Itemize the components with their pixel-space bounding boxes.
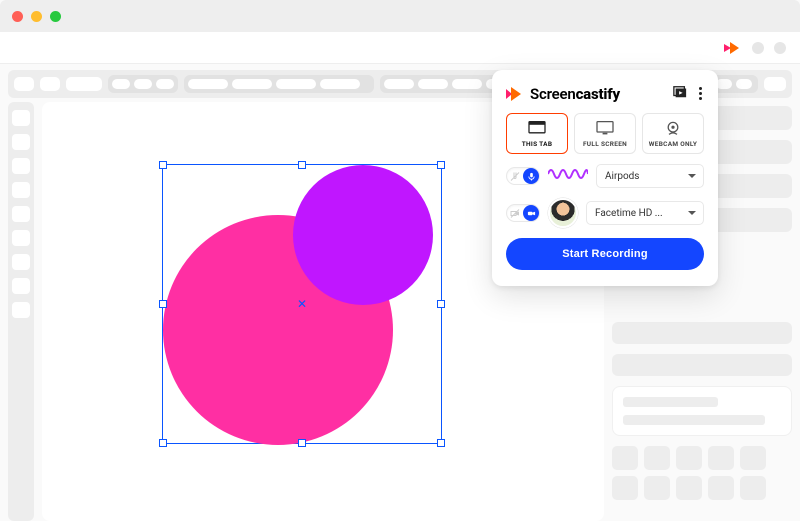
microphone-icon <box>523 168 539 184</box>
extension-placeholder-icon[interactable] <box>752 42 764 54</box>
recording-mode-selector: THIS TAB FULL SCREEN WEBCAM ONLY <box>506 113 704 154</box>
toolbar-group[interactable] <box>184 75 374 93</box>
tool-button[interactable] <box>12 278 30 294</box>
grid-button[interactable] <box>740 476 766 500</box>
tool-button[interactable] <box>12 134 30 150</box>
grid-button[interactable] <box>708 446 734 470</box>
grid-button[interactable] <box>612 476 638 500</box>
panel-group <box>612 386 792 436</box>
resize-handle[interactable] <box>437 161 445 169</box>
mode-this-tab-label: THIS TAB <box>522 140 553 148</box>
videos-library-icon[interactable] <box>673 84 687 103</box>
webcam-preview-avatar <box>548 198 578 228</box>
shape-purple-circle[interactable] <box>293 165 433 305</box>
microphone-device-label: Airpods <box>605 171 639 182</box>
camera-device-label: Facetime HD ... <box>595 208 663 219</box>
resize-handle[interactable] <box>159 300 167 308</box>
resize-handle[interactable] <box>437 439 445 447</box>
microphone-row: Airpods <box>506 164 704 188</box>
audio-waveform-icon <box>548 165 588 187</box>
close-window-button[interactable] <box>12 11 23 22</box>
resize-handle[interactable] <box>159 161 167 169</box>
window-controls <box>12 11 61 22</box>
grid-button[interactable] <box>740 446 766 470</box>
selection-center-icon: ✕ <box>297 297 307 311</box>
tool-button[interactable] <box>12 230 30 246</box>
toolbar-button[interactable] <box>14 77 34 91</box>
start-recording-button[interactable]: Start Recording <box>506 238 704 270</box>
panel-label <box>623 415 765 425</box>
webcam-only-icon <box>663 120 683 136</box>
tool-button[interactable] <box>12 182 30 198</box>
resize-handle[interactable] <box>159 439 167 447</box>
toolbar-button[interactable] <box>40 77 60 91</box>
toolbar-group[interactable] <box>108 75 178 93</box>
panel-button-grid <box>612 446 792 500</box>
selection-box[interactable]: ✕ <box>162 164 442 444</box>
full-screen-icon <box>595 120 615 136</box>
mode-this-tab[interactable]: THIS TAB <box>506 113 568 154</box>
brand-suffix: castify <box>576 85 620 103</box>
resize-handle[interactable] <box>298 439 306 447</box>
tool-button[interactable] <box>12 206 30 222</box>
resize-handle[interactable] <box>437 300 445 308</box>
window-titlebar <box>0 0 800 32</box>
grid-button[interactable] <box>644 446 670 470</box>
grid-button[interactable] <box>708 476 734 500</box>
more-options-icon[interactable] <box>697 85 704 102</box>
grid-button[interactable] <box>612 446 638 470</box>
tool-button[interactable] <box>12 110 30 126</box>
mode-webcam-only[interactable]: WEBCAM ONLY <box>642 113 704 154</box>
panel-row[interactable] <box>612 354 792 376</box>
brand-prefix: Screen <box>530 85 576 103</box>
tool-button[interactable] <box>12 302 30 318</box>
minimize-window-button[interactable] <box>31 11 42 22</box>
grid-button[interactable] <box>676 446 702 470</box>
screencastify-logo-icon <box>506 86 524 102</box>
camera-toggle[interactable] <box>506 204 540 222</box>
browser-address-bar <box>0 32 800 64</box>
start-recording-label: Start Recording <box>562 248 648 260</box>
microphone-toggle[interactable] <box>506 167 540 185</box>
microphone-muted-icon <box>510 167 520 186</box>
tool-button[interactable] <box>12 158 30 174</box>
toolbar-button[interactable] <box>764 77 786 91</box>
toolbar-group[interactable] <box>712 75 758 93</box>
panel-row[interactable] <box>612 322 792 344</box>
screencastify-extension-icon[interactable] <box>724 41 742 55</box>
mode-full-screen[interactable]: FULL SCREEN <box>574 113 636 154</box>
camera-device-select[interactable]: Facetime HD ... <box>586 201 704 225</box>
microphone-device-select[interactable]: Airpods <box>596 164 704 188</box>
maximize-window-button[interactable] <box>50 11 61 22</box>
camera-row: Facetime HD ... <box>506 198 704 228</box>
tool-button[interactable] <box>12 254 30 270</box>
grid-button[interactable] <box>644 476 670 500</box>
camera-off-icon <box>510 204 520 223</box>
mode-full-screen-label: FULL SCREEN <box>583 140 627 148</box>
screencastify-logo: Screencastify <box>506 85 620 103</box>
left-tool-rail <box>8 102 34 521</box>
screencastify-popup: Screencastify THIS TAB FULL SCREEN <box>492 70 718 286</box>
toolbar-button[interactable] <box>66 77 102 91</box>
this-tab-icon <box>527 120 547 136</box>
camera-icon <box>523 205 539 221</box>
extension-placeholder-icon[interactable] <box>774 42 786 54</box>
resize-handle[interactable] <box>298 161 306 169</box>
mode-webcam-only-label: WEBCAM ONLY <box>649 140 697 148</box>
panel-label <box>623 397 718 407</box>
grid-button[interactable] <box>676 476 702 500</box>
